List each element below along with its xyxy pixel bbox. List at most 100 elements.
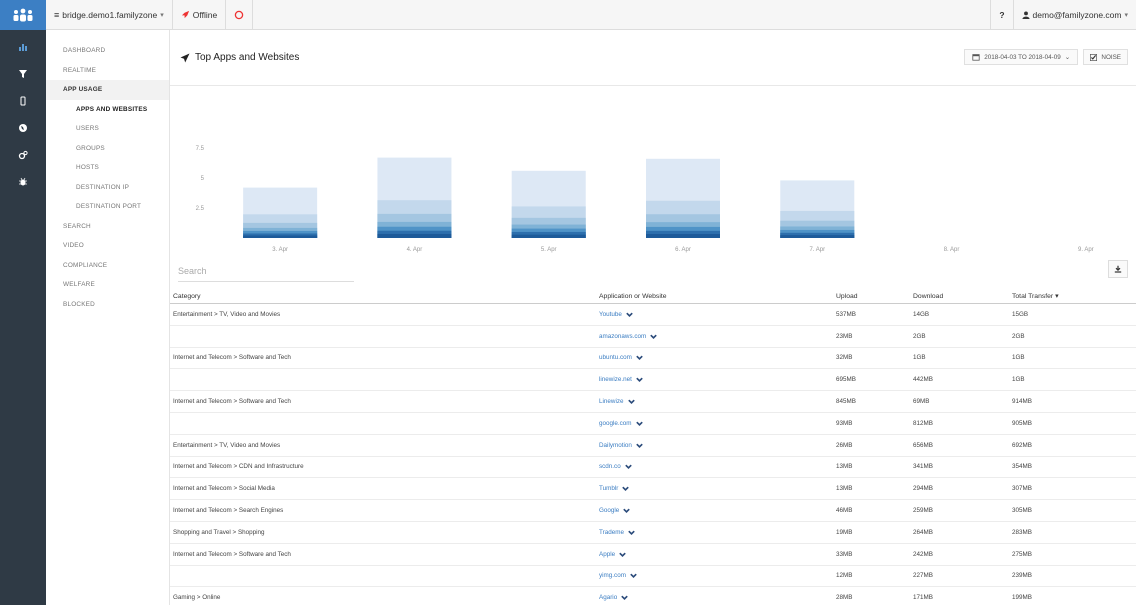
globe-icon[interactable] <box>0 114 46 141</box>
app-link[interactable]: scdn.co <box>599 462 633 471</box>
app-link[interactable]: Apple <box>599 550 627 559</box>
chevron-down-icon[interactable] <box>635 419 644 428</box>
app-link[interactable]: Youtube <box>599 310 634 319</box>
cell-upload: 695MB <box>836 376 856 384</box>
page-title-text: Top Apps and Websites <box>195 52 300 63</box>
cell-download: 2GB <box>913 332 926 340</box>
nav-item-realtime[interactable]: REALTIME <box>46 61 169 81</box>
date-range-picker[interactable]: 2018-04-03 TO 2018-04-09 ⌄ <box>964 49 1078 65</box>
mobile-icon[interactable] <box>0 87 46 114</box>
header-download[interactable]: Download <box>913 293 1012 300</box>
cell-total-transfer: 914MB <box>1012 398 1032 406</box>
header-upload[interactable]: Upload <box>836 293 913 300</box>
nav-item-groups[interactable]: GROUPS <box>46 139 169 159</box>
header-category[interactable]: Category <box>170 293 598 300</box>
app-link[interactable]: Dailymotion <box>599 441 644 450</box>
app-link[interactable]: ubuntu.com <box>599 353 644 362</box>
app-link[interactable]: Tumblr <box>599 484 630 493</box>
chevron-down-icon[interactable] <box>635 353 644 362</box>
app-name: yimg.com <box>599 572 626 580</box>
nav-item-destination-ip[interactable]: DESTINATION IP <box>46 178 169 198</box>
cell-total-transfer: 307MB <box>1012 485 1032 493</box>
cell-app: scdn.co <box>598 462 836 471</box>
logo-icon[interactable] <box>0 0 46 30</box>
app-link[interactable]: yimg.com <box>599 571 638 580</box>
date-range-text: 2018-04-03 TO 2018-04-09 <box>984 53 1061 61</box>
nav-item-dashboard[interactable]: DASHBOARD <box>46 41 169 61</box>
bar-segment <box>243 235 318 238</box>
app-name: google.com <box>599 419 632 427</box>
bar-chart-icon[interactable] <box>0 33 46 60</box>
app-link[interactable]: google.com <box>599 419 644 428</box>
cell-total-transfer: 692MB <box>1012 441 1032 449</box>
header-total-transfer[interactable]: Total Transfer ▾ <box>1012 292 1136 300</box>
header-app[interactable]: Application or Website <box>598 293 836 300</box>
nav-item-blocked[interactable]: BLOCKED <box>46 295 169 315</box>
noise-toggle[interactable]: NOISE <box>1083 49 1128 65</box>
chevron-down-icon[interactable] <box>635 441 644 450</box>
cell-download: 69MB <box>913 398 930 406</box>
chevron-down-icon[interactable] <box>622 506 631 515</box>
nav-item-app-usage[interactable]: APP USAGE <box>46 80 169 100</box>
app-link[interactable]: Trademe <box>599 528 636 537</box>
app-link[interactable]: Linewize <box>599 397 636 406</box>
site-name: bridge.demo1.familyzone <box>62 9 158 20</box>
nav-item-compliance[interactable]: COMPLIANCE <box>46 256 169 276</box>
nav-item-hosts[interactable]: HOSTS <box>46 158 169 178</box>
download-button[interactable] <box>1108 260 1128 278</box>
cell-total-transfer: 1GB <box>1012 354 1025 362</box>
status-indicator[interactable]: Offline <box>173 0 227 30</box>
chevron-down-icon[interactable] <box>624 462 633 471</box>
cell-category: Gaming > Online <box>173 594 221 602</box>
cell-category: Internet and Telecom > Software and Tech <box>173 398 291 406</box>
cell-app: ubuntu.com <box>598 353 836 362</box>
nav-item-welfare[interactable]: WELFARE <box>46 275 169 295</box>
bar[interactable] <box>243 187 318 238</box>
app-link[interactable]: Agario <box>599 593 629 602</box>
chevron-down-icon[interactable] <box>618 550 627 559</box>
chevron-down-icon[interactable] <box>621 484 630 493</box>
cell-app: amazonaws.com <box>598 332 836 341</box>
power-button[interactable] <box>226 0 254 30</box>
cogs-icon[interactable] <box>0 141 46 168</box>
y-tick-label: 7.5 <box>196 146 205 152</box>
cell-total-transfer: 239MB <box>1012 572 1032 580</box>
help-button[interactable]: ? <box>990 0 1012 30</box>
search-input[interactable] <box>178 260 354 282</box>
chevron-down-icon[interactable] <box>627 397 636 406</box>
help-text: ? <box>999 9 1005 20</box>
bug-icon[interactable] <box>0 168 46 195</box>
chevron-down-icon[interactable] <box>625 310 634 319</box>
send-icon <box>180 53 190 62</box>
nav-item-search[interactable]: SEARCH <box>46 217 169 237</box>
cell-category: Internet and Telecom > Search Engines <box>173 507 284 515</box>
chevron-down-icon[interactable] <box>649 332 658 341</box>
nav-item-destination-port[interactable]: DESTINATION PORT <box>46 197 169 217</box>
status-text: Offline <box>192 9 218 20</box>
chevron-down-icon[interactable] <box>629 571 638 580</box>
bar[interactable] <box>780 180 855 238</box>
cell-upload: 845MB <box>836 398 856 406</box>
user-menu[interactable]: demo@familyzone.com ▾ <box>1012 0 1136 30</box>
site-selector[interactable]: ≡ bridge.demo1.familyzone ▾ <box>46 0 173 30</box>
table-header: Category Application or Website Upload D… <box>170 289 1136 304</box>
cell-app: Youtube <box>598 310 836 319</box>
cell-app: Trademe <box>598 528 836 537</box>
nav-item-video[interactable]: VIDEO <box>46 236 169 256</box>
chevron-down-icon[interactable] <box>620 593 629 602</box>
filter-icon[interactable] <box>0 60 46 87</box>
bar[interactable] <box>646 158 720 238</box>
chevron-down-icon[interactable] <box>635 375 644 384</box>
nav-item-apps-and-websites[interactable]: APPS AND WEBSITES <box>46 100 169 120</box>
table-row: Gaming > Online Agario 28MB 171MB 199MB <box>170 587 1136 605</box>
nav-item-users[interactable]: USERS <box>46 119 169 139</box>
bar[interactable] <box>377 157 452 238</box>
app-link[interactable]: linewize.net <box>599 375 644 384</box>
cell-upload: 13MB <box>836 463 853 471</box>
search-row <box>170 260 1136 288</box>
app-link[interactable]: amazonaws.com <box>599 332 658 341</box>
y-tick-label: 5 <box>201 176 205 182</box>
bar[interactable] <box>511 170 586 238</box>
app-link[interactable]: Google <box>599 506 631 515</box>
chevron-down-icon[interactable] <box>627 528 636 537</box>
